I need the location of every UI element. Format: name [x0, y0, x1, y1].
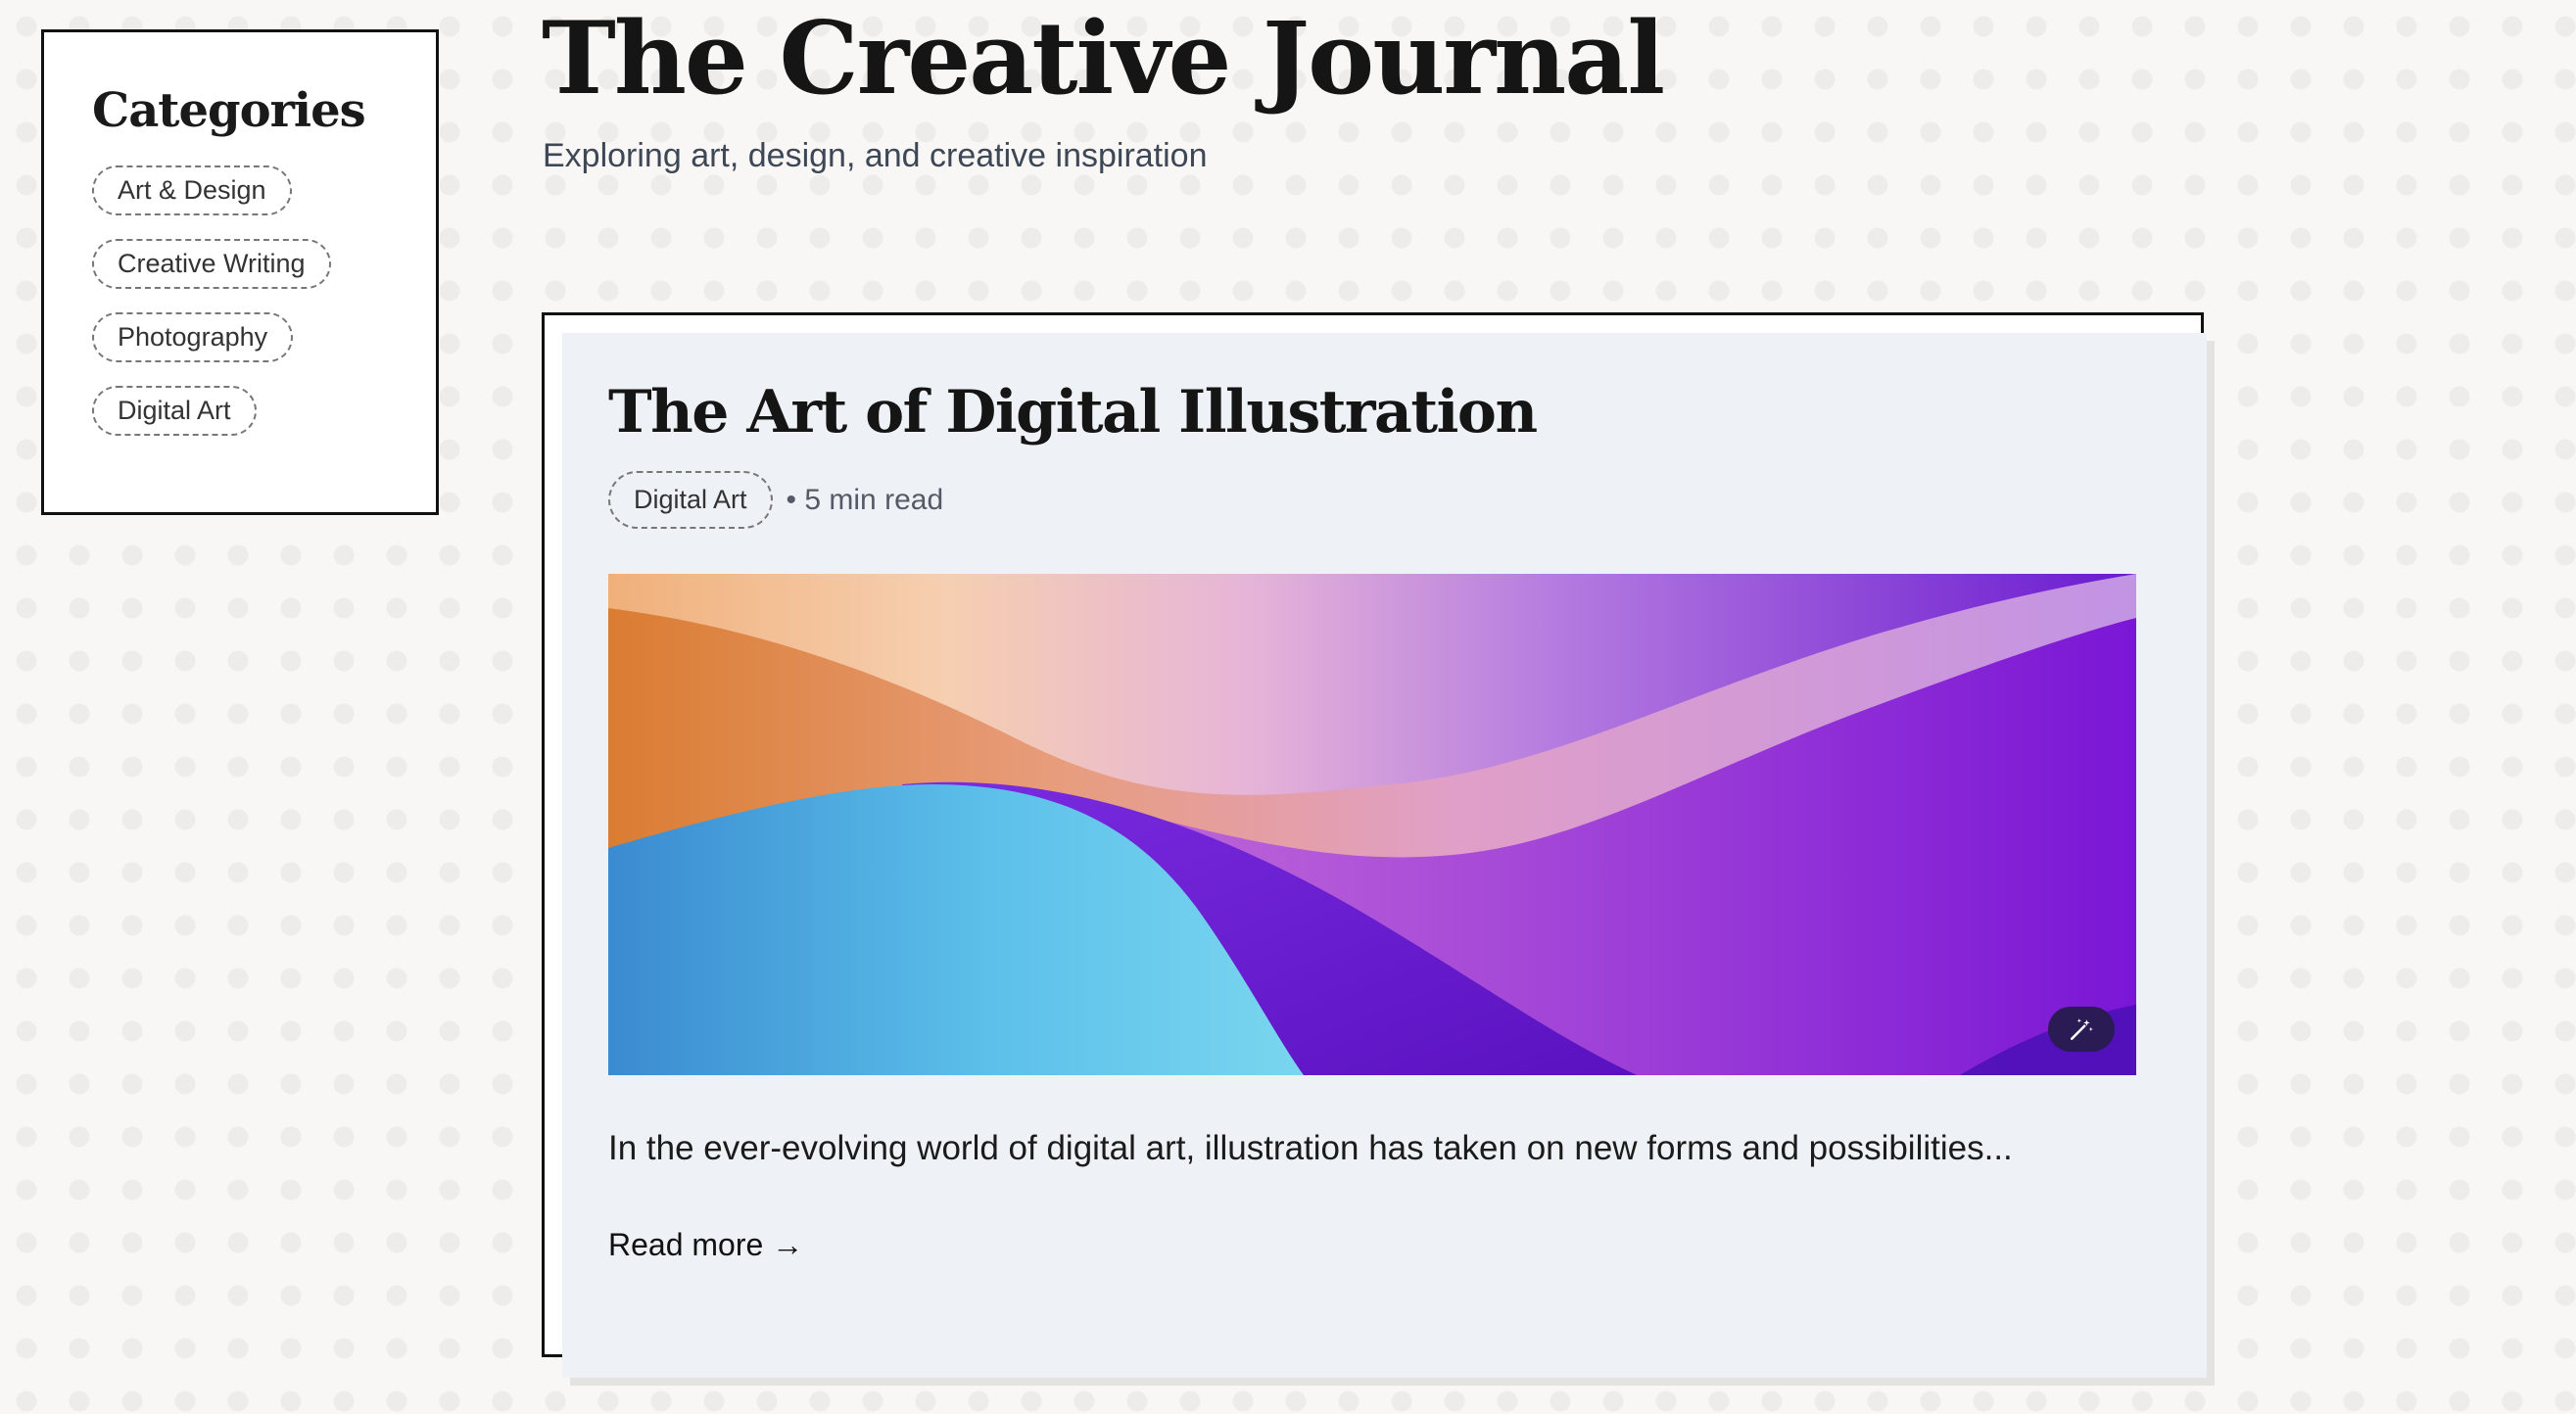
- category-creative-writing[interactable]: Creative Writing: [92, 239, 331, 289]
- article-title[interactable]: The Art of Digital Illustration: [608, 377, 2207, 448]
- site-title: The Creative Journal: [542, 0, 1665, 118]
- article-card-body: The Art of Digital Illustration Digital …: [562, 333, 2207, 1378]
- article-card: The Art of Digital Illustration Digital …: [542, 312, 2207, 1378]
- category-art-design[interactable]: Art & Design: [92, 165, 292, 215]
- site-subtitle: Exploring art, design, and creative insp…: [543, 137, 1208, 174]
- categories-panel: Categories Art & Design Creative Writing…: [41, 29, 439, 515]
- category-digital-art[interactable]: Digital Art: [92, 386, 257, 436]
- article-hero-image: [608, 574, 2136, 1075]
- image-magic-button[interactable]: [2048, 1007, 2115, 1052]
- category-list: Art & Design Creative Writing Photograph…: [92, 165, 436, 436]
- read-time: • 5 min read: [786, 483, 944, 516]
- magic-wand-icon: [2070, 1018, 2093, 1041]
- read-more-link[interactable]: Read more →: [608, 1227, 803, 1263]
- article-meta: Digital Art • 5 min read: [608, 471, 2207, 529]
- categories-title: Categories: [92, 83, 366, 138]
- abstract-wave-illustration: [608, 574, 2136, 1075]
- article-excerpt: In the ever-evolving world of digital ar…: [608, 1129, 2013, 1167]
- category-photography[interactable]: Photography: [92, 312, 294, 362]
- article-category-tag[interactable]: Digital Art: [608, 471, 773, 529]
